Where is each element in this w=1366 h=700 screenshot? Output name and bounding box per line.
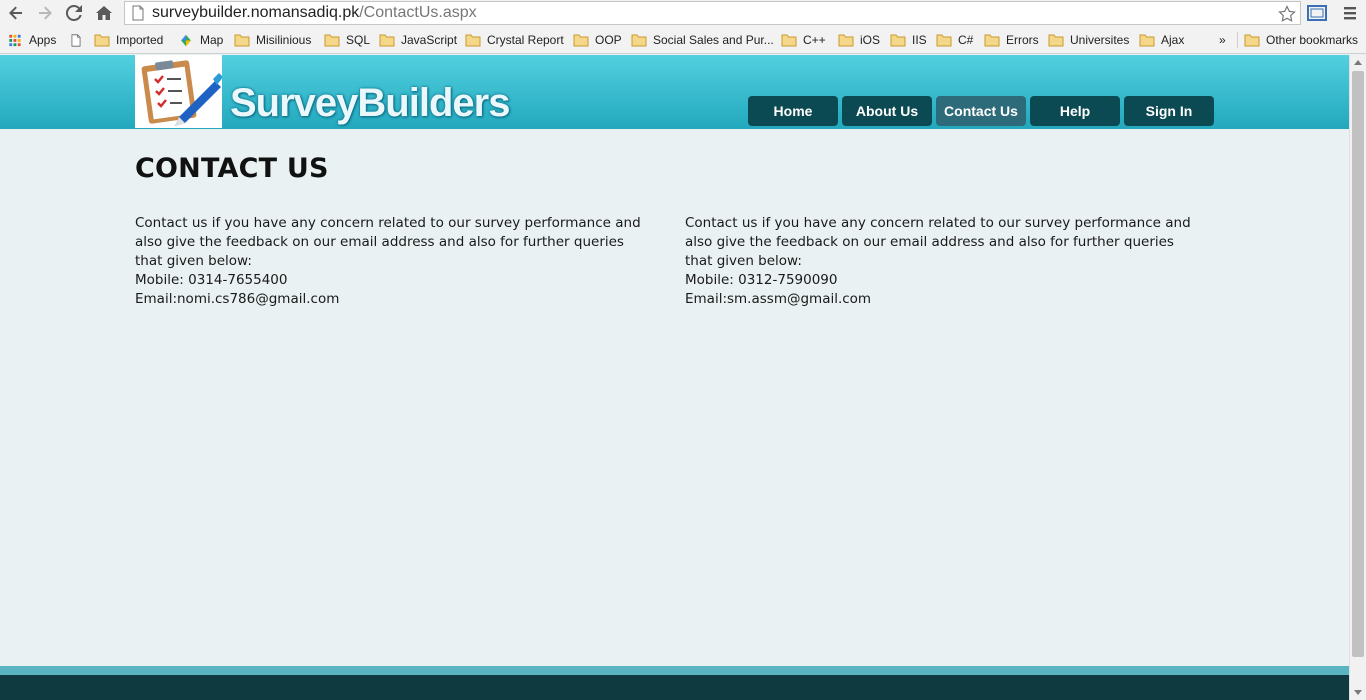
bookmark-label: Ajax bbox=[1161, 33, 1185, 47]
scroll-thumb[interactable] bbox=[1352, 71, 1364, 657]
bookmark-apps[interactable]: Apps bbox=[7, 30, 56, 50]
site-footer bbox=[0, 675, 1349, 700]
bookmark-map[interactable]: Map bbox=[178, 30, 223, 50]
contact-column-right: Contact us if you have any concern relat… bbox=[685, 214, 1205, 309]
apps-grid-icon bbox=[9, 34, 21, 46]
menu-contact-us[interactable]: Contact Us bbox=[936, 96, 1026, 126]
chrome-menu-icon[interactable] bbox=[1338, 2, 1362, 24]
page-icon bbox=[132, 5, 144, 21]
bookmarks-divider bbox=[1237, 32, 1238, 48]
bookmark-star-icon[interactable] bbox=[1276, 3, 1298, 25]
folder-icon bbox=[379, 34, 395, 46]
url-path: /ContactUs.aspx bbox=[359, 4, 477, 21]
forward-icon[interactable] bbox=[34, 2, 56, 24]
other-bookmarks-label: Other bookmarks bbox=[1266, 33, 1359, 47]
logo-image[interactable] bbox=[135, 55, 223, 128]
other-bookmarks-button[interactable]: Other bookmarks bbox=[1244, 30, 1358, 50]
menu-help[interactable]: Help bbox=[1030, 96, 1120, 126]
bookmark-label: C++ bbox=[803, 33, 826, 47]
bookmark-cpp[interactable]: C++ bbox=[781, 30, 826, 50]
web-page: SurveyBuilders Home About Us Contact Us … bbox=[0, 55, 1349, 700]
contact-email: Email:nomi.cs786@gmail.com bbox=[135, 291, 340, 307]
bookmark-label: JavaScript bbox=[401, 33, 458, 47]
bookmark-label: iOS bbox=[860, 33, 881, 47]
bookmarks-overflow-button[interactable]: » bbox=[1219, 30, 1226, 50]
address-bar[interactable]: surveybuilder.nomansadiq.pk/ContactUs.as… bbox=[124, 1, 1301, 25]
reload-icon[interactable] bbox=[63, 2, 85, 24]
bookmark-label: Crystal Report bbox=[487, 33, 564, 47]
site-header: SurveyBuilders Home About Us Contact Us … bbox=[0, 55, 1349, 129]
bookmark-errors[interactable]: Errors bbox=[984, 30, 1039, 50]
page-title: CONTACT US bbox=[135, 153, 329, 184]
site-logo-text[interactable]: SurveyBuilders bbox=[230, 81, 510, 126]
folder-icon bbox=[234, 34, 250, 46]
bookmark-label: IIS bbox=[912, 33, 927, 47]
bookmarks-bar: Apps Imported Map Misilinious SQL JavaSc… bbox=[0, 26, 1366, 54]
folder-icon bbox=[838, 34, 854, 46]
folder-icon bbox=[324, 34, 340, 46]
folder-icon bbox=[781, 34, 797, 46]
folder-icon bbox=[984, 34, 1000, 46]
contact-description: Contact us if you have any concern relat… bbox=[685, 215, 1191, 269]
bookmark-label: Errors bbox=[1006, 33, 1039, 47]
maps-icon bbox=[181, 34, 191, 46]
scroll-up-icon[interactable] bbox=[1354, 60, 1362, 65]
bookmark-label: C# bbox=[958, 33, 974, 47]
bookmark-ajax[interactable]: Ajax bbox=[1139, 30, 1184, 50]
cast-icon[interactable] bbox=[1305, 2, 1329, 24]
bookmark-oop[interactable]: OOP bbox=[573, 30, 622, 50]
bookmark-label: Social Sales and Pur... bbox=[653, 33, 774, 47]
menu-home[interactable]: Home bbox=[748, 96, 838, 126]
page-scrollbar[interactable] bbox=[1349, 55, 1366, 700]
folder-icon bbox=[573, 34, 589, 46]
folder-icon bbox=[1139, 34, 1155, 46]
bookmark-label: Imported bbox=[116, 33, 164, 47]
bookmark-page[interactable] bbox=[68, 30, 90, 50]
bookmark-social-sales[interactable]: Social Sales and Pur... bbox=[631, 30, 774, 50]
contact-column-left: Contact us if you have any concern relat… bbox=[135, 214, 655, 309]
folder-icon bbox=[465, 34, 481, 46]
page-icon bbox=[71, 33, 81, 47]
bookmark-csharp[interactable]: C# bbox=[936, 30, 973, 50]
bookmark-iis[interactable]: IIS bbox=[890, 30, 927, 50]
contact-description: Contact us if you have any concern relat… bbox=[135, 215, 641, 269]
folder-icon bbox=[1244, 34, 1260, 46]
contact-mobile: Mobile: 0312-7590090 bbox=[685, 272, 838, 288]
clipboard-survey-icon bbox=[141, 60, 223, 126]
folder-icon bbox=[94, 34, 110, 46]
bookmark-label: SQL bbox=[346, 33, 371, 47]
footer-strip bbox=[0, 666, 1349, 675]
contact-email: Email:sm.assm@gmail.com bbox=[685, 291, 872, 307]
home-icon[interactable] bbox=[93, 2, 115, 24]
folder-icon bbox=[1048, 34, 1064, 46]
folder-icon bbox=[936, 34, 952, 46]
bookmark-label: Apps bbox=[29, 33, 57, 47]
bookmark-misilinious[interactable]: Misilinious bbox=[234, 30, 311, 50]
bookmark-crystal-report[interactable]: Crystal Report bbox=[465, 30, 564, 50]
back-icon[interactable] bbox=[5, 2, 27, 24]
menu-about-us[interactable]: About Us bbox=[842, 96, 932, 126]
overflow-chevron-icon: » bbox=[1219, 33, 1226, 47]
bookmark-label: Misilinious bbox=[256, 33, 312, 47]
folder-icon bbox=[890, 34, 906, 46]
bookmark-label: Map bbox=[200, 33, 224, 47]
bookmark-ios[interactable]: iOS bbox=[838, 30, 880, 50]
scroll-down-icon[interactable] bbox=[1354, 690, 1362, 695]
contact-content: CONTACT US Contact us if you have any co… bbox=[135, 153, 1235, 307]
bookmark-imported[interactable]: Imported bbox=[94, 30, 163, 50]
menu-sign-in[interactable]: Sign In bbox=[1124, 96, 1214, 126]
bookmark-sql[interactable]: SQL bbox=[324, 30, 370, 50]
main-menu: Home About Us Contact Us Help Sign In bbox=[748, 96, 1218, 126]
folder-icon bbox=[631, 34, 647, 46]
url-host: surveybuilder.nomansadiq.pk bbox=[152, 4, 360, 21]
browser-toolbar: surveybuilder.nomansadiq.pk/ContactUs.as… bbox=[0, 0, 1366, 26]
bookmark-universites[interactable]: Universites bbox=[1048, 30, 1129, 50]
bookmark-javascript[interactable]: JavaScript bbox=[379, 30, 457, 50]
contact-mobile: Mobile: 0314-7655400 bbox=[135, 272, 288, 288]
bookmark-label: Universites bbox=[1070, 33, 1130, 47]
bookmark-label: OOP bbox=[595, 33, 622, 47]
